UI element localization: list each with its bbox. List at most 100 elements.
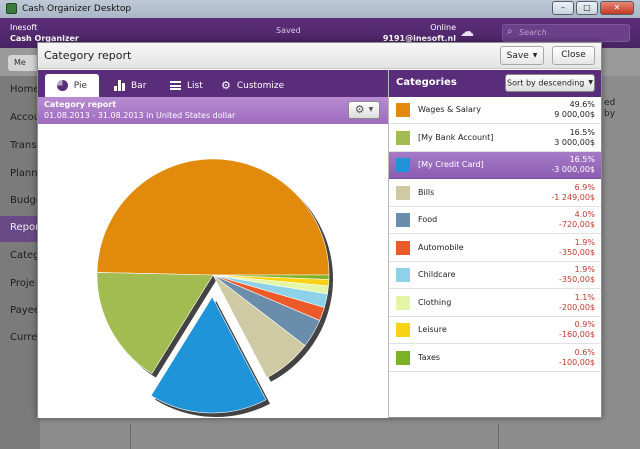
close-button[interactable]: Close	[552, 46, 595, 65]
category-percent: 0.6%	[574, 347, 595, 357]
view-tabs: Pie Bar List ⚙ Customize	[38, 70, 388, 97]
category-amount: -720,00$	[559, 220, 595, 229]
category-name: Bills	[418, 187, 435, 197]
dialog-title: Category report	[44, 49, 132, 62]
category-amount: 3 000,00$	[554, 137, 595, 147]
category-percent: 4.0%	[574, 210, 595, 219]
tab-bar[interactable]: Bar	[114, 74, 146, 97]
sidebar-item-planner[interactable]: Plann	[10, 168, 38, 179]
category-percent: 49.6%	[569, 100, 595, 109]
gear-icon: ⚙	[354, 103, 365, 116]
category-amount: -160,00$	[559, 330, 595, 339]
category-row[interactable]: [My Bank Account] 16.5% 3 000,00$	[389, 124, 601, 152]
sidebar-item-categories[interactable]: Categ	[10, 250, 40, 261]
category-row[interactable]: Childcare 1.9% -350,00$	[389, 262, 601, 289]
report-header: Category report 01.08.2013 - 31.08.2013 …	[38, 97, 388, 124]
os-title-bar: Cash Organizer Desktop – □ ✕	[0, 0, 640, 18]
category-amount: -1 249,00$	[551, 192, 595, 202]
background-sidebar	[0, 76, 40, 449]
company-name: Inesoft	[10, 23, 38, 32]
category-name: Clothing	[418, 297, 452, 307]
sidebar-item-home[interactable]: Home	[10, 84, 40, 95]
sidebar-item-reports[interactable]: Repor	[0, 216, 40, 242]
save-button[interactable]: Save ▼	[500, 46, 544, 65]
tab-label: Customize	[236, 80, 285, 91]
category-amount: 9 000,00$	[554, 110, 595, 119]
tab-customize[interactable]: ⚙ Customize	[221, 74, 284, 97]
category-row[interactable]: Bills 6.9% -1 249,00$	[389, 179, 601, 207]
dialog-header: Category report Save ▼ Close	[38, 43, 601, 69]
categories-title: Categories	[396, 77, 457, 88]
category-row[interactable]: Taxes 0.6% -100,00$	[389, 344, 601, 372]
tab-label: Bar	[131, 80, 147, 91]
background-divider	[498, 424, 499, 449]
report-title: Category report	[44, 100, 117, 109]
chart-settings-button[interactable]: ⚙ ▼	[348, 101, 380, 119]
color-swatch	[396, 350, 410, 365]
search-input[interactable]: Search	[502, 24, 630, 42]
tab-list[interactable]: List	[170, 74, 203, 97]
sidebar-item-accounts[interactable]: Accou	[10, 112, 40, 123]
category-name: Food	[418, 215, 438, 224]
chevron-down-icon: ▼	[532, 52, 538, 59]
bar-chart-icon	[114, 80, 125, 91]
category-list: Wages & Salary 49.6% 9 000,00$ [My Bank Acc…	[389, 97, 601, 418]
category-row[interactable]: [My Credit Card] 16.5% -3 000,00$	[389, 152, 601, 179]
app-icon	[6, 3, 17, 14]
chevron-down-icon: ▼	[588, 79, 593, 86]
save-button-label: Save	[506, 51, 529, 61]
cloud-icon[interactable]: ☁	[460, 24, 474, 40]
sort-label: Sort by descending	[507, 78, 585, 88]
maximize-button[interactable]: □	[576, 1, 598, 15]
category-percent: 16.5%	[569, 155, 595, 164]
category-amount: -100,00$	[559, 357, 595, 367]
category-row[interactable]: Food 4.0% -720,00$	[389, 207, 601, 234]
category-row[interactable]: Automobile 1.9% -350,00$	[389, 234, 601, 262]
window-controls: – □ ✕	[552, 1, 634, 15]
category-row[interactable]: Clothing 1.1% -200,00$	[389, 289, 601, 317]
report-period: 01.08.2013 - 31.08.2013 in United States…	[44, 111, 236, 120]
category-amount: -350,00$	[559, 247, 595, 257]
sidebar-item-projects[interactable]: Proje	[10, 278, 35, 289]
menu-button[interactable]: Me	[8, 55, 40, 71]
minimize-button[interactable]: –	[552, 1, 574, 15]
category-row[interactable]: Leisure 0.9% -160,00$	[389, 317, 601, 344]
sort-dropdown[interactable]: Sort by descending ▼	[505, 74, 595, 92]
tab-label: List	[187, 80, 203, 91]
close-window-button[interactable]: ✕	[600, 1, 634, 15]
online-status: Online 9191@inesoft.nl	[378, 22, 456, 44]
category-row[interactable]: Wages & Salary 49.6% 9 000,00$	[389, 97, 601, 124]
list-icon	[170, 81, 181, 90]
category-percent: 1.1%	[574, 292, 595, 302]
chevron-down-icon: ▼	[368, 106, 374, 113]
color-swatch	[396, 130, 410, 145]
color-swatch	[396, 158, 410, 172]
category-percent: 1.9%	[574, 237, 595, 247]
color-swatch	[396, 323, 410, 337]
category-percent: 16.5%	[569, 127, 595, 137]
pie-slice[interactable]	[96, 158, 330, 276]
category-amount: -350,00$	[559, 275, 595, 284]
color-swatch	[396, 103, 410, 117]
gear-icon: ⚙	[221, 79, 231, 92]
brand: Inesoft Cash Organizer	[10, 22, 79, 44]
category-amount: -3 000,00$	[551, 165, 595, 174]
sidebar-item-payees[interactable]: Payee	[10, 305, 40, 316]
color-swatch	[396, 213, 410, 227]
color-swatch	[396, 185, 410, 200]
save-status: Saved	[276, 26, 301, 35]
sidebar-item-currencies[interactable]: Curre	[10, 332, 37, 343]
category-percent: 0.9%	[574, 320, 595, 329]
category-percent: 1.9%	[574, 265, 595, 274]
background-divider	[130, 424, 131, 449]
pie-chart	[96, 158, 333, 417]
pie-icon	[57, 80, 68, 91]
tab-pie[interactable]: Pie	[45, 74, 99, 97]
categories-header: Categories Sort by descending ▼	[389, 70, 601, 97]
category-name: [My Bank Account]	[418, 132, 494, 142]
color-swatch	[396, 295, 410, 310]
category-name: Taxes	[418, 352, 441, 362]
tab-label: Pie	[73, 80, 87, 91]
online-label: Online	[430, 23, 456, 32]
background-right-text: ed by	[604, 98, 616, 119]
